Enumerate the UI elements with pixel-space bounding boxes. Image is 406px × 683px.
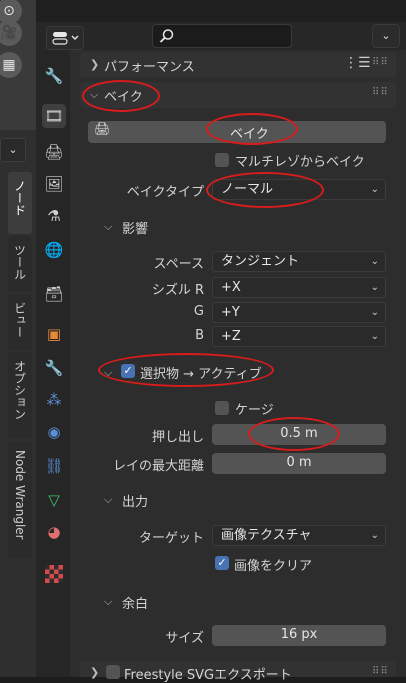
selected-to-active-checkbox[interactable]: ✓ xyxy=(121,364,135,378)
tab-tool[interactable]: ツール xyxy=(8,236,32,292)
physics-icon[interactable]: ◉ xyxy=(42,420,66,444)
panel-freestyle-label: Freestyle SVGエクスポート xyxy=(124,668,292,683)
tab-options[interactable]: オプション xyxy=(8,352,32,438)
swizzle-g-dropdown[interactable]: +Y ⌄ xyxy=(212,302,386,323)
view-layer-icon[interactable]: 🖼 xyxy=(42,172,66,196)
drag-handle-icon[interactable]: ⠿⠿ xyxy=(372,666,389,677)
tab-node[interactable]: ノード xyxy=(8,172,32,234)
render-properties-icon[interactable]: 🎞 xyxy=(42,104,66,128)
clear-image-label: 画像をクリア xyxy=(234,559,313,574)
object-data-icon[interactable]: ▽ xyxy=(42,488,66,512)
render-bake-icon: 🖨 xyxy=(94,122,111,137)
modifier-wrench-icon[interactable]: 🔧 xyxy=(42,356,66,380)
output-properties-icon[interactable]: 🖨 xyxy=(42,140,66,164)
swizzle-b-label: B xyxy=(195,328,204,343)
space-value: タンジェント xyxy=(221,254,300,269)
selected-to-active-label: 選択物 → アクティブ xyxy=(140,367,262,382)
chevron-down-icon: ⌄ xyxy=(370,307,379,318)
panel-performance-label: パフォーマンス xyxy=(104,60,195,75)
max-ray-distance-label: レイの最大距離 xyxy=(112,459,204,474)
margin-size-label: サイズ xyxy=(165,631,204,646)
swizzle-b-value: +Z xyxy=(221,329,241,344)
swizzle-r-dropdown[interactable]: +X ⌄ xyxy=(212,277,386,298)
swizzle-r-label: シズル R xyxy=(151,283,204,298)
tab-node-wrangler[interactable]: Node Wrangler xyxy=(8,442,32,558)
cage-label: ケージ xyxy=(235,403,274,418)
swizzle-r-value: +X xyxy=(221,280,241,295)
texture-checker-icon[interactable] xyxy=(42,562,66,586)
search-input[interactable] xyxy=(152,24,292,48)
swizzle-g-value: +Y xyxy=(221,305,240,320)
object-icon[interactable]: ▣ xyxy=(42,322,66,346)
search-icon xyxy=(159,29,174,43)
bake-button-label: ベイク xyxy=(230,127,269,142)
margin-size-field[interactable]: 16 px xyxy=(212,625,386,646)
subpanel-influence-label[interactable]: 影響 xyxy=(122,218,148,237)
clear-image-checkbox[interactable]: ✓ xyxy=(215,556,229,570)
extrusion-label: 押し出し xyxy=(151,430,204,445)
cage-checkbox[interactable] xyxy=(215,401,229,415)
expand-arrow-icon: ⌵ xyxy=(104,595,113,608)
swizzle-g-label: G xyxy=(193,304,204,319)
expand-arrow-icon: ⌵ xyxy=(104,220,113,233)
multires-checkbox[interactable] xyxy=(215,153,229,167)
collapse-arrow-icon: ❯ xyxy=(90,58,100,71)
particles-icon[interactable]: ⁂ xyxy=(42,388,66,412)
expand-arrow-icon: ⌵ xyxy=(104,366,113,379)
tab-view[interactable]: ビュー xyxy=(8,294,32,350)
options-dropdown-button[interactable]: ⌄ xyxy=(372,24,400,48)
panel-bake-label: ベイク xyxy=(104,90,143,105)
chevron-down-icon: ⌄ xyxy=(370,530,379,541)
constraints-icon[interactable]: ⛓ xyxy=(42,454,66,478)
subpanel-output-label[interactable]: 出力 xyxy=(122,491,148,510)
max-ray-distance-field[interactable]: 0 m xyxy=(212,453,386,474)
target-value: 画像テクスチャ xyxy=(221,528,312,543)
space-dropdown[interactable]: タンジェント ⌄ xyxy=(212,251,386,272)
extrusion-field[interactable]: 0.5 m xyxy=(212,424,386,445)
space-label: スペース xyxy=(153,257,204,272)
subpanel-margin-label[interactable]: 余白 xyxy=(122,593,148,612)
drag-handle-icon[interactable]: ⠿⠿ xyxy=(372,87,389,98)
world-icon[interactable]: 🌐 xyxy=(42,238,66,262)
swizzle-b-dropdown[interactable]: +Z ⌄ xyxy=(212,326,386,347)
bake-type-label: ベイクタイプ xyxy=(126,185,204,200)
scene-icon[interactable]: ⚗ xyxy=(42,204,66,228)
multires-label: マルチレゾからベイク xyxy=(235,155,365,170)
collection-icon[interactable]: 🗃 xyxy=(42,282,66,306)
chevron-down-icon: ⌄ xyxy=(370,282,379,293)
chevron-down-icon: ⌄ xyxy=(370,256,379,267)
target-dropdown[interactable]: 画像テクスチャ ⌄ xyxy=(212,525,386,546)
chevron-down-icon: ⌄ xyxy=(370,331,379,342)
tool-icon[interactable]: 🔧 xyxy=(42,64,66,88)
material-icon[interactable]: ◕ xyxy=(42,520,66,544)
expand-arrow-icon: ⌵ xyxy=(104,493,113,506)
drag-handle-icon[interactable]: ⠿⠿ xyxy=(372,57,389,68)
chevron-down-icon: ⌄ xyxy=(370,184,379,195)
bake-type-value: ノーマル xyxy=(221,182,274,197)
bake-type-dropdown[interactable]: ノーマル ⌄ xyxy=(212,179,386,200)
collapse-arrow-icon: ❯ xyxy=(90,666,100,679)
editor-type-button[interactable] xyxy=(46,26,84,50)
viewport-collapse-dropdown[interactable]: ⌄ xyxy=(0,138,26,162)
list-icon[interactable]: ⋮☰ xyxy=(344,55,371,71)
target-label: ターゲット xyxy=(138,531,204,546)
expand-arrow-icon: ⌵ xyxy=(90,88,99,101)
